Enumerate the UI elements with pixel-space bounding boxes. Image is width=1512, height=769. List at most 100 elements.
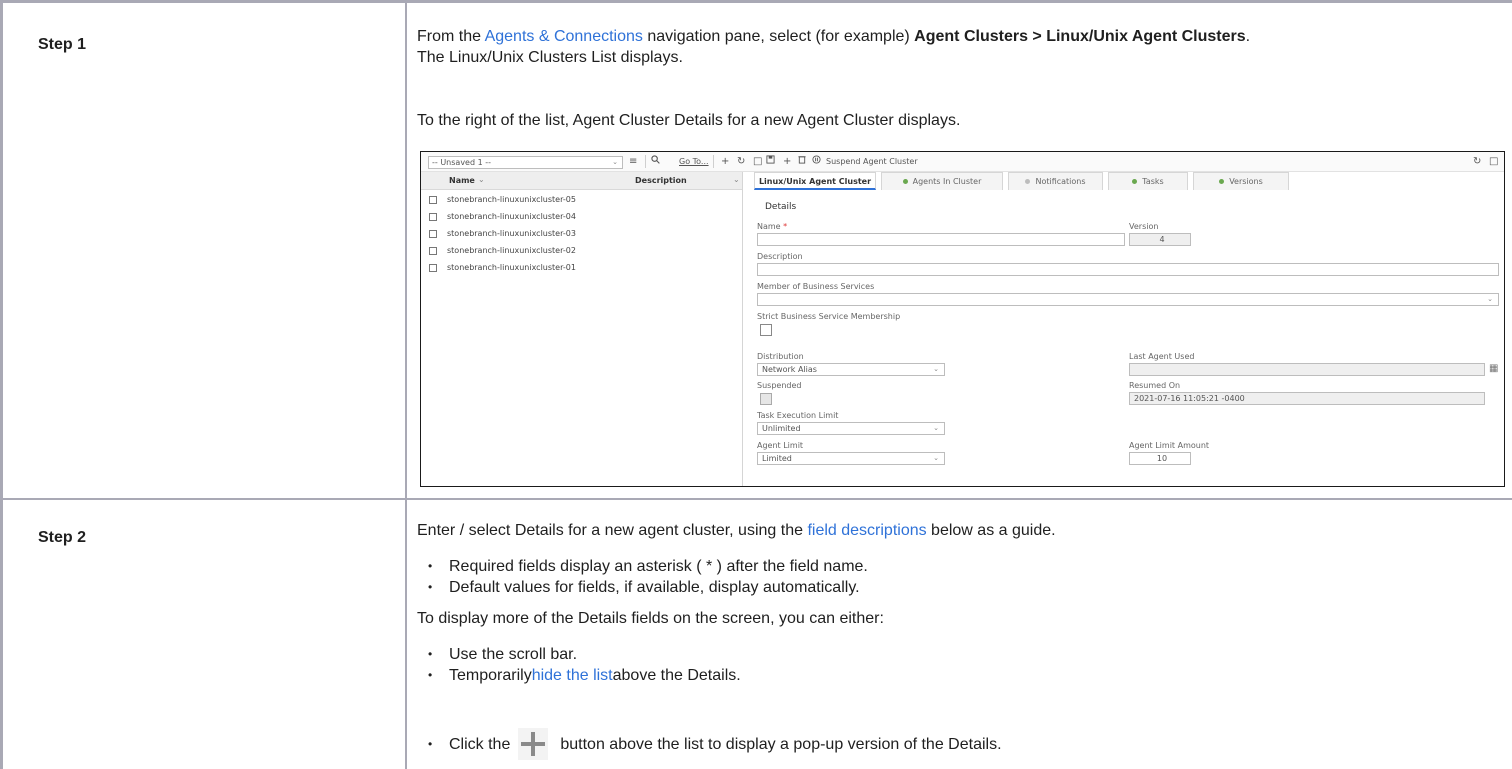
- step1-line1: From the Agents & Connections navigation…: [417, 26, 1250, 47]
- new-icon[interactable]: +: [783, 155, 791, 169]
- list-header: Name ⌄ Description ⌄: [421, 172, 742, 190]
- tab-tasks[interactable]: Tasks: [1108, 172, 1188, 190]
- agents-connections-link[interactable]: Agents & Connections: [485, 28, 643, 45]
- description-input[interactable]: [757, 263, 1499, 276]
- chevron-down-icon: ⌄: [933, 424, 939, 432]
- bullet-list-options: • Use the scroll bar. • Temporarily hide t…: [428, 644, 741, 686]
- agent-limit-amount-input[interactable]: 10: [1129, 452, 1191, 465]
- list-item[interactable]: stonebranch-linuxunixcluster-04: [421, 209, 742, 225]
- procedure-table: Step 1 From the Agents & Connections nav…: [0, 0, 1512, 769]
- step2-label: Step 2: [38, 529, 87, 546]
- hide-the-list-link[interactable]: hide the list: [532, 665, 613, 686]
- task-execution-limit-select[interactable]: Unlimited ⌄: [757, 422, 945, 435]
- list-item[interactable]: stonebranch-linuxunixcluster-02: [421, 243, 742, 259]
- chevron-down-icon: ⌄: [612, 158, 618, 166]
- status-dot-icon: [1132, 179, 1138, 184]
- suspended-label: Suspended: [757, 381, 802, 390]
- distribution-label: Distribution: [757, 352, 804, 361]
- status-dot-icon: [1025, 179, 1031, 184]
- list-item[interactable]: stonebranch-linuxunixcluster-05: [421, 192, 742, 208]
- task-execution-limit-label: Task Execution Limit: [757, 411, 839, 420]
- tab-linux-unix-agent-cluster[interactable]: Linux/Unix Agent Cluster: [754, 172, 876, 190]
- bullet-text: button above the list to display a pop-u…: [560, 735, 1002, 753]
- list-item-label: stonebranch-linuxunixcluster-02: [447, 246, 576, 255]
- expand-icon[interactable]: □: [1489, 155, 1498, 169]
- tab-versions[interactable]: Versions: [1193, 172, 1289, 190]
- member-business-services-label: Member of Business Services: [757, 282, 875, 291]
- step2-line1-pre: Enter / select Details for a new agent c…: [417, 522, 808, 539]
- tab-label: Linux/Unix Agent Cluster: [758, 177, 872, 186]
- row-divider: [0, 498, 1512, 500]
- tab-notifications[interactable]: Notifications: [1008, 172, 1103, 190]
- list-item-label: stonebranch-linuxunixcluster-04: [447, 212, 576, 221]
- filter-select[interactable]: -- Unsaved 1 -- ⌄: [428, 156, 623, 169]
- version-label: Version: [1129, 222, 1159, 231]
- calendar-icon[interactable]: ▦: [1489, 363, 1498, 374]
- row-icon: [429, 213, 437, 221]
- table-border-left: [0, 0, 3, 769]
- strict-membership-label: Strict Business Service Membership: [757, 312, 901, 321]
- search-icon[interactable]: [651, 155, 660, 169]
- details-section-title: Details: [765, 202, 797, 212]
- row-icon: [429, 247, 437, 255]
- column-name[interactable]: Name: [449, 176, 475, 185]
- goto-button[interactable]: Go To...: [679, 155, 709, 169]
- required-asterisk: *: [783, 222, 788, 231]
- strict-membership-checkbox[interactable]: [760, 324, 772, 336]
- panel-divider: [742, 172, 743, 486]
- list-item: • Click the button above the list to disp…: [428, 724, 1002, 764]
- sort-chevron-icon: ⌄: [478, 175, 485, 184]
- bullet-text: Required fields display an asterisk ( * …: [449, 558, 868, 575]
- bullet-text: Click the: [449, 735, 511, 753]
- toolbar-separator: [645, 155, 646, 168]
- agent-limit-amount-label: Agent Limit Amount: [1129, 441, 1210, 450]
- tab-label: Notifications: [1035, 177, 1086, 186]
- bullet-text: Default values for fields, if available,…: [449, 579, 860, 596]
- expand-icon[interactable]: □: [753, 155, 762, 169]
- name-input[interactable]: [757, 233, 1125, 246]
- bullet-dot-icon: •: [428, 647, 433, 661]
- tab-label: Versions: [1229, 177, 1263, 186]
- distribution-select[interactable]: Network Alias ⌄: [757, 363, 945, 376]
- pause-icon[interactable]: [812, 155, 821, 169]
- list-item[interactable]: stonebranch-linuxunixcluster-03: [421, 226, 742, 242]
- step2-line2: To display more of the Details fields on…: [417, 610, 884, 627]
- table-border-top: [0, 0, 1512, 3]
- step2-line1: Enter / select Details for a new agent c…: [417, 520, 1056, 541]
- suspended-checkbox: [760, 393, 772, 405]
- refresh-icon[interactable]: ↻: [1473, 155, 1481, 169]
- toolbar-separator: [713, 155, 714, 168]
- filter-icon[interactable]: ≡: [629, 155, 637, 169]
- bullet-dot-icon: •: [428, 580, 433, 594]
- tab-agents-in-cluster[interactable]: Agents In Cluster: [881, 172, 1003, 190]
- last-agent-used-label: Last Agent Used: [1129, 352, 1195, 361]
- step1-label: Step 1: [38, 36, 87, 53]
- delete-icon[interactable]: [798, 155, 806, 169]
- last-agent-used-field: [1129, 363, 1485, 376]
- field-descriptions-link[interactable]: field descriptions: [807, 522, 926, 539]
- column-description[interactable]: Description: [635, 176, 687, 185]
- list-item[interactable]: stonebranch-linuxunixcluster-01: [421, 260, 742, 276]
- refresh-icon[interactable]: ↻: [737, 155, 745, 169]
- list-item-label: stonebranch-linuxunixcluster-05: [447, 195, 576, 204]
- name-label-text: Name: [757, 222, 781, 231]
- chevron-down-icon: ⌄: [933, 365, 939, 373]
- resumed-on-label: Resumed On: [1129, 381, 1181, 390]
- bullet-list-click: • Click the button above the list to disp…: [428, 724, 1002, 764]
- description-label: Description: [757, 252, 803, 261]
- add-icon[interactable]: +: [721, 155, 729, 169]
- save-icon[interactable]: [766, 155, 775, 169]
- agent-limit-select[interactable]: Limited ⌄: [757, 452, 945, 465]
- bullet-text: Temporarily: [449, 667, 532, 684]
- list-item-label: stonebranch-linuxunixcluster-01: [447, 263, 576, 272]
- step1-line1-end: .: [1245, 28, 1251, 45]
- step2-line1-end: below as a guide.: [926, 522, 1056, 539]
- list-item: • Temporarily hide the list above the Det…: [428, 665, 741, 686]
- detail-tabs: Linux/Unix Agent Cluster Agents In Clust…: [754, 172, 1504, 190]
- agent-limit-value: Limited: [762, 454, 792, 463]
- member-business-services-select[interactable]: ⌄: [757, 293, 1499, 306]
- version-field: 4: [1129, 233, 1191, 246]
- suspend-agent-cluster-button[interactable]: Suspend Agent Cluster: [826, 155, 918, 169]
- nav-path-bold: Agent Clusters > Linux/Unix Agent Cluste…: [914, 28, 1246, 45]
- row-icon: [429, 264, 437, 272]
